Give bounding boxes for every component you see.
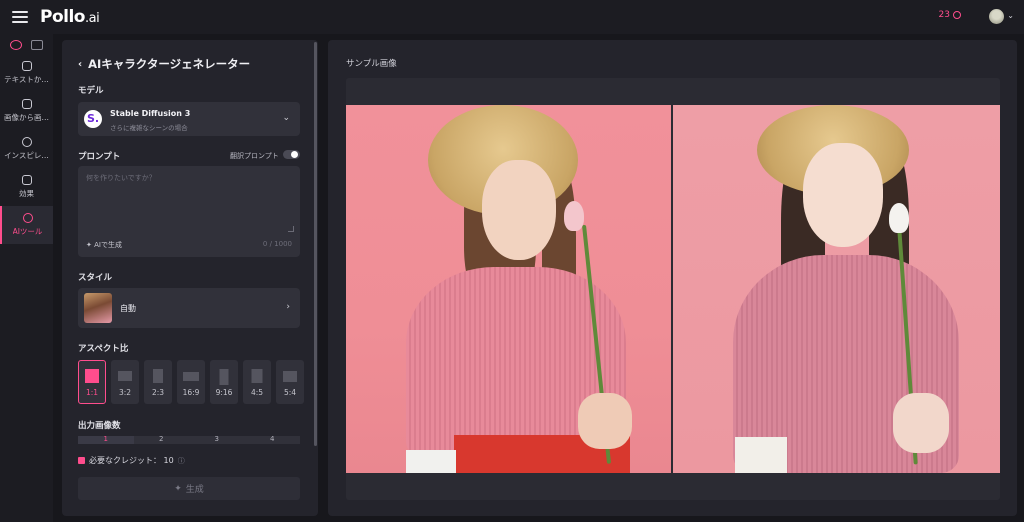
ai-generate-button[interactable]: ✦ AIで生成 xyxy=(86,240,122,250)
aspect-option-4-5[interactable]: 4:5 xyxy=(243,360,271,404)
panel-title: ‹ AIキャラクタージェネレーター xyxy=(78,57,251,71)
sample-title: サンプル画像 xyxy=(346,59,397,69)
model-description: さらに複雑なシーンの場合 xyxy=(110,124,188,132)
stability-logo-icon: S. xyxy=(84,110,102,128)
video-mode-icon[interactable] xyxy=(30,40,43,50)
credit-icon xyxy=(78,457,85,464)
sparkle-icon: ✦ xyxy=(174,483,182,494)
rail-item-image-to-image[interactable]: 画像から画… xyxy=(0,92,53,130)
char-counter: 0 / 1000 xyxy=(262,240,292,248)
rail-item-inspiration[interactable]: インスピレ… xyxy=(0,130,53,168)
output-count-label: 出力画像数 xyxy=(78,421,121,431)
compass-icon xyxy=(21,137,32,147)
panel-scrollbar[interactable] xyxy=(314,42,317,446)
style-name: 自動 xyxy=(120,304,136,313)
chevron-right-icon: › xyxy=(286,302,290,312)
back-icon[interactable]: ‹ xyxy=(78,59,82,70)
style-select[interactable]: 自動 › xyxy=(78,288,300,328)
model-name: Stable Diffusion 3 xyxy=(110,109,191,118)
chevron-down-icon[interactable]: ⌄ xyxy=(1007,11,1014,20)
sample-images xyxy=(346,105,1000,473)
image-mode-icon[interactable] xyxy=(10,40,23,50)
rail-item-ai-tools[interactable]: AIツール xyxy=(0,206,53,244)
aspect-option-9-16[interactable]: 9:16 xyxy=(210,360,238,404)
count-option-4[interactable]: 4 xyxy=(244,436,300,444)
style-thumbnail xyxy=(84,293,112,323)
sparkle-icon: ✦ xyxy=(86,241,95,249)
aspect-option-5-4[interactable]: 5:4 xyxy=(276,360,304,404)
prompt-placeholder: 何を作りたいですか？ xyxy=(86,174,156,182)
aspect-label: アスペクト比 xyxy=(78,344,129,354)
credits-needed: 必要なクレジット： 10 ⓘ xyxy=(78,455,185,466)
sample-image-anime xyxy=(673,105,1000,473)
app-logo[interactable]: Pollo.ai xyxy=(40,7,100,27)
menu-icon[interactable] xyxy=(12,11,28,23)
count-option-3[interactable]: 3 xyxy=(189,436,245,444)
sample-stage xyxy=(346,78,1000,500)
ai-tools-icon xyxy=(22,213,33,223)
sample-area: サンプル画像 xyxy=(328,40,1017,516)
translate-prompt-toggle[interactable] xyxy=(283,150,300,159)
output-count-options: 1 2 3 4 xyxy=(78,436,300,444)
sample-image-original xyxy=(346,105,671,473)
resize-handle-icon[interactable] xyxy=(288,226,294,232)
left-rail: テキストか… 画像から画… インスピレ… 効果 AIツール xyxy=(0,34,53,522)
style-label: スタイル xyxy=(78,273,113,283)
rail-item-text-to-image[interactable]: テキストか… xyxy=(0,54,53,92)
aspect-option-1-1[interactable]: 1:1 xyxy=(78,360,106,404)
credits-count: 23 xyxy=(938,10,950,20)
count-option-2[interactable]: 2 xyxy=(133,436,189,444)
model-label: モデル xyxy=(78,86,104,96)
translate-prompt-label: 翻訳プロンプト xyxy=(230,152,279,160)
chevron-down-icon: ⌄ xyxy=(282,113,290,123)
generate-button[interactable]: ✦ 生成 xyxy=(78,477,300,500)
aspect-option-2-3[interactable]: 2:3 xyxy=(144,360,172,404)
aspect-option-3-2[interactable]: 3:2 xyxy=(111,360,139,404)
rail-item-effects[interactable]: 効果 xyxy=(0,168,53,206)
prompt-label: プロンプト xyxy=(78,152,121,162)
model-select[interactable]: S. Stable Diffusion 3 さらに複雑なシーンの場合 ⌄ xyxy=(78,102,300,136)
aspect-option-16-9[interactable]: 16:9 xyxy=(177,360,205,404)
info-icon[interactable]: ⓘ xyxy=(178,456,185,466)
settings-panel: ‹ AIキャラクタージェネレーター モデル S. Stable Diffusio… xyxy=(62,40,318,516)
top-bar: Pollo.ai 23 ⌄ xyxy=(0,0,1024,34)
effects-icon xyxy=(21,175,32,185)
credits-badge[interactable]: 23 xyxy=(939,10,961,20)
count-option-1[interactable]: 1 xyxy=(78,436,134,444)
aspect-ratio-options: 1:1 3:2 2:3 16:9 9:16 4:5 5:4 xyxy=(78,360,304,404)
coin-icon xyxy=(953,11,961,19)
avatar[interactable] xyxy=(989,9,1004,24)
text-to-image-icon xyxy=(21,61,32,71)
image-to-image-icon xyxy=(21,99,32,109)
prompt-input[interactable]: 何を作りたいですか？ ✦ AIで生成 0 / 1000 xyxy=(78,166,300,257)
